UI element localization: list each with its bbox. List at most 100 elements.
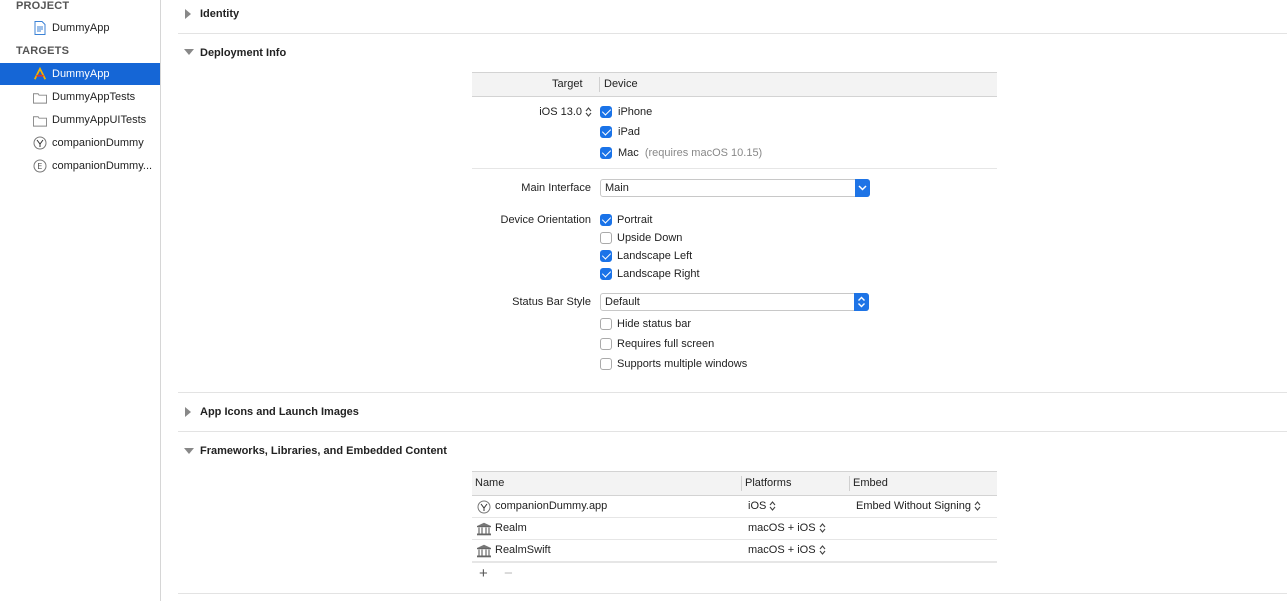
embed-popup[interactable]: Embed Without Signing	[856, 500, 981, 512]
framework-name: RealmSwift	[495, 544, 551, 556]
status-bar-style-value: Default	[605, 296, 640, 308]
extension-icon: E	[33, 159, 47, 173]
platforms-value: iOS	[748, 500, 767, 512]
orientation-upside-down-label: Upside Down	[617, 232, 683, 244]
device-mac-checkbox[interactable]	[600, 147, 612, 159]
platforms-popup[interactable]: macOS + iOS	[748, 522, 826, 534]
requires-full-screen-checkbox[interactable]	[600, 338, 612, 350]
col-embed[interactable]: Embed	[853, 472, 888, 495]
supports-multiple-windows-checkbox[interactable]	[600, 358, 612, 370]
framework-icon	[477, 522, 491, 536]
svg-text:E: E	[37, 162, 42, 171]
platforms-value: macOS + iOS	[748, 522, 816, 534]
section-deployment-title[interactable]: Deployment Info	[200, 47, 286, 59]
target-item-uitests[interactable]: DummyAppUITests	[0, 109, 160, 131]
divider	[178, 431, 1287, 432]
device-ipad-checkbox[interactable]	[600, 126, 612, 138]
target-label: companionDummy...	[52, 160, 153, 172]
folder-icon	[33, 90, 47, 104]
column-separator	[599, 77, 600, 92]
target-label: DummyApp	[52, 68, 110, 80]
remove-framework-button[interactable]: −	[504, 565, 513, 582]
up-down-chevron-icon	[974, 501, 981, 511]
target-label: DummyAppUITests	[52, 114, 147, 126]
disclosure-collapsed-icon[interactable]	[184, 9, 192, 19]
frameworks-table-header: Name Platforms Embed	[472, 471, 997, 496]
orientation-landscape-right-checkbox[interactable]	[600, 268, 612, 280]
project-file-icon	[33, 21, 47, 35]
orientation-landscape-right-label: Landscape Right	[617, 268, 700, 280]
supports-multiple-windows-label: Supports multiple windows	[617, 358, 748, 370]
up-down-chevron-icon	[819, 523, 825, 533]
target-label: DummyAppTests	[52, 91, 136, 103]
orientation-landscape-left-checkbox[interactable]	[600, 250, 612, 262]
column-separator	[849, 476, 850, 491]
table-row[interactable]: companionDummy.app iOS Embed Without Sig…	[472, 496, 997, 518]
target-item-dummyapp[interactable]: DummyApp	[0, 63, 160, 85]
deployment-table-header: Target Device	[472, 72, 997, 97]
requires-full-screen-label: Requires full screen	[617, 338, 715, 350]
divider	[178, 392, 1287, 393]
table-row[interactable]: Realm macOS + iOS	[472, 518, 997, 540]
divider	[472, 562, 997, 563]
ios-version-popup[interactable]: iOS 13.0	[500, 106, 592, 118]
watch-app-icon	[33, 136, 47, 150]
section-identity-title[interactable]: Identity	[200, 8, 239, 20]
col-device: Device	[604, 78, 638, 90]
disclosure-expanded-icon[interactable]	[184, 447, 194, 455]
orientation-portrait-checkbox[interactable]	[600, 214, 612, 226]
project-item-label: DummyApp	[52, 22, 110, 34]
hide-status-bar-label: Hide status bar	[617, 318, 691, 330]
framework-name: Realm	[495, 522, 527, 534]
device-iphone-label: iPhone	[618, 106, 653, 118]
target-item-extension[interactable]: E companionDummy...	[0, 155, 160, 177]
framework-icon	[477, 544, 491, 558]
main-interface-combo[interactable]: Main	[600, 179, 870, 197]
disclosure-collapsed-icon[interactable]	[184, 407, 192, 417]
target-item-tests[interactable]: DummyAppTests	[0, 86, 160, 108]
orientation-upside-down-checkbox[interactable]	[600, 232, 612, 244]
device-ipad-label: iPad	[618, 126, 641, 138]
ios-version-value: iOS 13.0	[539, 106, 582, 118]
col-platforms[interactable]: Platforms	[745, 472, 791, 495]
navigator-sidebar: PROJECT DummyApp TARGETS DummyApp DummyA…	[0, 0, 161, 601]
device-mac-label: Mac (requires macOS 10.15)	[618, 147, 762, 159]
targets-header: TARGETS	[16, 45, 70, 57]
status-bar-style-popup[interactable]: Default	[600, 293, 869, 311]
project-header: PROJECT	[16, 0, 70, 12]
col-name[interactable]: Name	[475, 472, 504, 495]
dropdown-arrow-button[interactable]	[855, 179, 870, 197]
orientation-portrait-label: Portrait	[617, 214, 653, 226]
main-interface-value: Main	[605, 182, 629, 194]
framework-name: companionDummy.app	[495, 500, 608, 512]
divider	[178, 593, 1287, 594]
divider	[178, 33, 1287, 34]
status-bar-style-label: Status Bar Style	[512, 296, 591, 308]
hide-status-bar-checkbox[interactable]	[600, 318, 612, 330]
chevron-down-icon	[858, 185, 867, 191]
watch-app-icon	[477, 500, 491, 514]
divider	[472, 168, 997, 169]
up-down-chevron-icon	[769, 501, 776, 511]
table-row[interactable]: RealmSwift macOS + iOS	[472, 540, 997, 562]
up-down-chevron-icon	[858, 296, 865, 308]
platforms-popup[interactable]: iOS	[748, 500, 776, 512]
section-app-icons-title[interactable]: App Icons and Launch Images	[200, 406, 359, 418]
orientation-landscape-left-label: Landscape Left	[617, 250, 693, 262]
app-target-icon	[33, 67, 47, 81]
platforms-popup[interactable]: macOS + iOS	[748, 544, 826, 556]
up-down-chevron-icon	[819, 545, 825, 555]
project-item-dummyapp[interactable]: DummyApp	[0, 17, 160, 39]
disclosure-expanded-icon[interactable]	[184, 48, 194, 56]
device-iphone-checkbox[interactable]	[600, 106, 612, 118]
main-interface-label: Main Interface	[521, 182, 591, 194]
popup-arrow-button[interactable]	[854, 293, 869, 311]
section-frameworks-title[interactable]: Frameworks, Libraries, and Embedded Cont…	[200, 445, 447, 457]
folder-icon	[33, 113, 47, 127]
col-target: Target	[552, 78, 583, 90]
device-orientation-label: Device Orientation	[500, 214, 592, 226]
device-mac-note: (requires macOS 10.15)	[644, 147, 763, 159]
add-framework-button[interactable]: +	[479, 565, 488, 582]
target-item-companion[interactable]: companionDummy	[0, 132, 160, 154]
platforms-value: macOS + iOS	[748, 544, 816, 556]
